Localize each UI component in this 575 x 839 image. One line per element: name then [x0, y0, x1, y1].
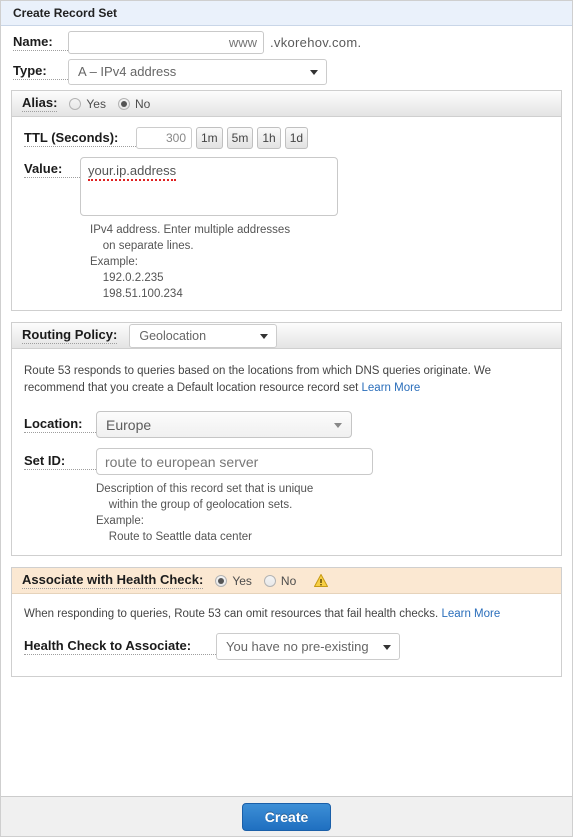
health-check-section: Associate with Health Check: Yes No When…: [11, 567, 562, 677]
ttl-input[interactable]: [136, 127, 192, 149]
form-body: Name: .vkorehov.com. Type: A – IPv4 addr…: [1, 26, 572, 796]
health-check-description: When responding to queries, Route 53 can…: [12, 594, 561, 620]
health-check-associate-value: You have no pre-existing: [226, 639, 369, 654]
name-row: Name: .vkorehov.com.: [1, 26, 572, 57]
setid-input[interactable]: [96, 448, 373, 475]
alias-header: Alias: Yes No: [12, 91, 561, 117]
health-check-associate-label: Health Check to Associate:: [24, 638, 216, 655]
routing-policy-select[interactable]: Geolocation: [129, 323, 278, 348]
alias-no-radio[interactable]: [117, 97, 130, 110]
health-check-yes-label: Yes: [232, 573, 252, 588]
value-hint: IPv4 address. Enter multiple addresses o…: [90, 224, 291, 300]
routing-description: Route 53 responds to queries based on th…: [12, 349, 561, 397]
ttl-preset-1d[interactable]: 1d: [284, 127, 309, 149]
health-check-radio-group: Yes No: [215, 573, 329, 590]
health-check-description-text: When responding to queries, Route 53 can…: [24, 608, 439, 620]
alias-radio-group: Yes No: [69, 97, 162, 111]
type-select-value: A – IPv4 address: [78, 64, 177, 79]
ttl-label: TTL (Seconds):: [24, 130, 136, 147]
chevron-down-icon: [260, 333, 269, 339]
setid-hint-wrap: Description of this record set that is u…: [12, 475, 561, 555]
setid-row: Set ID:: [12, 438, 561, 475]
alias-yes-radio[interactable]: [69, 97, 82, 110]
create-button[interactable]: Create: [241, 802, 332, 831]
chevron-down-icon: [310, 69, 318, 75]
domain-suffix: .vkorehov.com.: [270, 34, 362, 50]
warning-triangle-icon: [314, 573, 329, 590]
chevron-down-icon: [383, 644, 391, 650]
value-textarea[interactable]: your.ip.address: [80, 157, 338, 216]
value-text: your.ip.address: [88, 163, 177, 181]
chevron-down-icon: [334, 422, 342, 428]
health-check-label: Associate with Health Check:: [22, 572, 204, 589]
routing-learn-more-link[interactable]: Learn More: [362, 382, 421, 394]
location-row: Location: Europe: [12, 397, 561, 438]
alias-section: Alias: Yes No TTL (Seconds): 1m 5m 1h 1d: [11, 90, 562, 311]
value-row: Value: your.ip.address: [12, 151, 561, 216]
setid-label: Set ID:: [24, 453, 96, 470]
type-label: Type:: [13, 63, 68, 80]
value-hint-wrap: IPv4 address. Enter multiple addresses o…: [12, 216, 561, 310]
ttl-row: TTL (Seconds): 1m 5m 1h 1d: [12, 117, 561, 151]
name-label: Name:: [13, 34, 68, 51]
routing-policy-header: Routing Policy: Geolocation: [12, 323, 561, 349]
routing-policy-label: Routing Policy:: [22, 327, 118, 344]
health-check-no-label: No: [280, 573, 297, 588]
panel-title: Create Record Set: [1, 1, 572, 26]
routing-policy-value: Geolocation: [139, 328, 207, 343]
alias-yes-label: Yes: [86, 96, 106, 111]
health-check-header: Associate with Health Check: Yes No: [12, 568, 561, 594]
setid-hint: Description of this record set that is u…: [96, 483, 314, 543]
panel-footer: Create: [1, 796, 572, 836]
location-select[interactable]: Europe: [96, 411, 352, 438]
create-record-set-panel: Create Record Set Name: .vkorehov.com. T…: [0, 0, 573, 837]
name-input[interactable]: [68, 30, 264, 54]
ttl-preset-1m[interactable]: 1m: [196, 127, 223, 149]
routing-description-text: Route 53 responds to queries based on th…: [24, 365, 492, 394]
health-check-no-radio[interactable]: [263, 574, 276, 587]
routing-policy-body: Route 53 responds to queries based on th…: [12, 349, 561, 555]
health-check-body: When responding to queries, Route 53 can…: [12, 594, 561, 676]
ttl-preset-1h[interactable]: 1h: [257, 127, 281, 149]
health-check-learn-more-link[interactable]: Learn More: [441, 608, 500, 620]
alias-body: TTL (Seconds): 1m 5m 1h 1d Value: your.i…: [12, 117, 561, 310]
alias-label: Alias:: [22, 95, 58, 112]
value-label: Value:: [24, 161, 80, 178]
location-select-value: Europe: [106, 416, 152, 433]
health-check-associate-row: Health Check to Associate: You have no p…: [12, 620, 561, 676]
alias-no-label: No: [134, 96, 151, 111]
location-label: Location:: [24, 416, 96, 433]
ttl-preset-5m[interactable]: 5m: [226, 127, 254, 149]
bottom-spacer: [1, 677, 572, 789]
health-check-yes-radio[interactable]: [215, 574, 228, 587]
type-select[interactable]: A – IPv4 address: [68, 58, 327, 85]
routing-policy-section: Routing Policy: Geolocation Route 53 res…: [11, 322, 562, 556]
health-check-associate-select[interactable]: You have no pre-existing: [216, 633, 400, 660]
type-row: Type: A – IPv4 address: [1, 57, 572, 90]
